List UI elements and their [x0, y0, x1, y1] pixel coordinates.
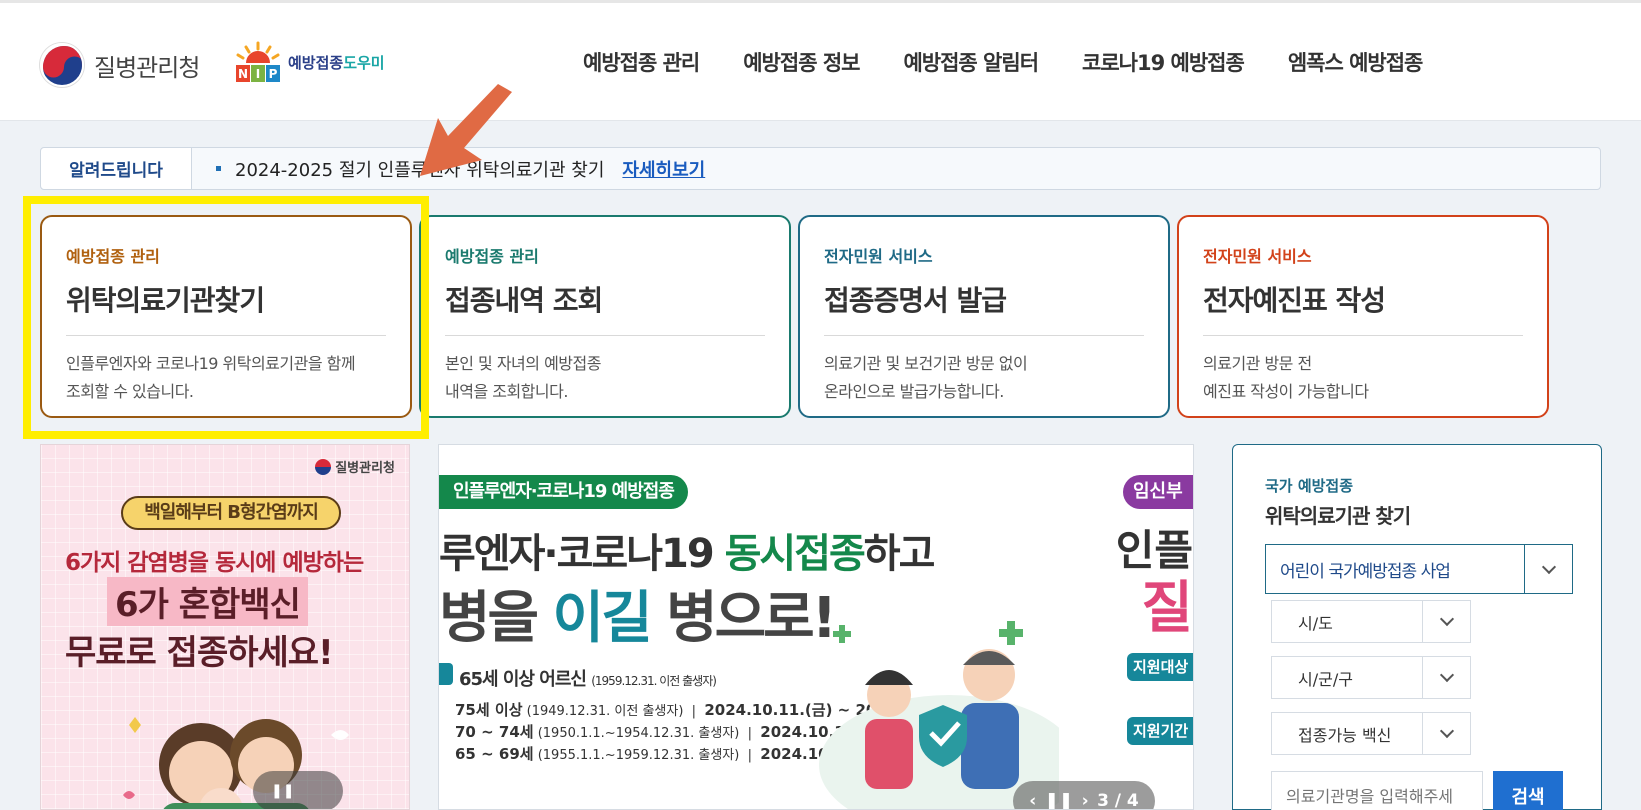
next-slide-icon[interactable]: › [1082, 791, 1089, 809]
nip-sun-icon: N I P [234, 41, 282, 83]
banner-headline: 루엔자·코로나19 동시접종하고 [439, 521, 936, 579]
banner-headline-highlight: 동시접종 [724, 531, 866, 577]
chevron-down-icon[interactable] [1422, 657, 1470, 698]
prev-slide-icon[interactable]: ‹ [1029, 791, 1036, 809]
banner-headline-suffix: 하고 [863, 531, 936, 577]
card-title: 전자예진표 작성 [1203, 279, 1523, 336]
site-header: 질병관리청 N I P 예방접종도우미 예방접종 관리 예방접종 정보 예방접종… [0, 0, 1641, 121]
poster-headline: 6가지 감염병을 동시에 예방하는 [65, 550, 364, 576]
nip-letter-i: I [256, 67, 260, 81]
poster-org-logo: 질병관리청 [315, 457, 395, 476]
nip-logo-text-main: 예방접종 [288, 53, 344, 72]
kdca-logo-text: 질병관리청 [94, 53, 200, 82]
clinic-search-panel: 국가 예방접종 위탁의료기관 찾기 어린이 국가예방접종 사업 시/도 시/군/… [1232, 444, 1602, 810]
banner-slogan-prefix: 병을 [439, 586, 553, 651]
chevron-down-icon[interactable] [1422, 713, 1470, 754]
nip-logo-text: 예방접종도우미 [288, 52, 385, 73]
poster-vaccine-name: 6가 혼합백신 [107, 577, 308, 626]
program-select-value: 어린이 국가예방접종 사업 [1280, 561, 1451, 582]
card-e-questionnaire[interactable]: 전자민원 서비스 전자예진표 작성 의료기관 방문 전 예진표 작성이 가능합니… [1177, 215, 1549, 418]
vaccination-illustration-icon [819, 621, 1059, 809]
banner-number-marker [439, 663, 453, 685]
sido-select[interactable]: 시/도 [1271, 600, 1471, 643]
card-category: 전자민원 서비스 [1203, 247, 1312, 266]
card-category: 예방접종 관리 [445, 247, 539, 266]
card-category: 전자민원 서비스 [824, 247, 933, 266]
card-vaccination-history[interactable]: 예방접종 관리 접종내역 조회 본인 및 자녀의 예방접종 내역을 조회합니다. [419, 215, 791, 418]
banner-age-group: 65세 이상 어르신 (1959.12.31. 이전 출생자) [439, 663, 717, 691]
promo-poster[interactable]: 질병관리청 백일해부터 B형간염까지 6가지 감염병을 동시에 예방하는 6가 … [40, 444, 410, 810]
schedule-note: (1950.1.1.~1954.12.31. 출생자) [537, 726, 740, 741]
card-certificate[interactable]: 전자민원 서비스 접종증명서 발급 의료기관 및 보건기관 방문 없이 온라인으… [798, 215, 1170, 418]
nip-letter-p: P [269, 67, 278, 81]
kdca-logo[interactable]: 질병관리청 [40, 43, 200, 87]
clinic-name-input[interactable] [1271, 771, 1483, 810]
banner-right-big: 질 [1141, 576, 1193, 641]
main-nav: 예방접종 관리 예방접종 정보 예방접종 알림터 코로나19 예방접종 엠폭스 … [583, 47, 1466, 77]
nav-vaccination-management[interactable]: 예방접종 관리 [583, 47, 700, 77]
vaccine-select-value: 접종가능 백신 [1298, 725, 1392, 745]
notice-bar: 알려드립니다 2024-2025 절기 인플루엔자 위탁의료기관 찾기 자세히보… [40, 147, 1601, 190]
schedule-age: 75세 이상 [455, 701, 523, 719]
banner-age-note: (1959.12.31. 이전 출생자) [591, 674, 717, 688]
taegeuk-icon [315, 458, 332, 475]
schedule-age: 65 ~ 69세 [455, 745, 534, 763]
card-title: 접종증명서 발급 [824, 279, 1144, 336]
nip-letter-n: N [238, 67, 248, 81]
notice-bullet [216, 166, 221, 171]
banner-tag: 인플루엔자·코로나19 예방접종 [439, 475, 688, 509]
banner-right-badge: 지원대상 [1127, 653, 1193, 681]
card-description: 의료기관 방문 전 예진표 작성이 가능합니다 [1203, 354, 1369, 401]
banner-slider-controls: ‹ ❚❚ › 3 / 4 [1013, 781, 1155, 810]
nip-logo[interactable]: N I P 예방접종도우미 [234, 41, 385, 83]
poster-pill: 백일해부터 B형간염까지 [121, 496, 341, 530]
nav-mpox-vaccination[interactable]: 엠폭스 예방접종 [1288, 47, 1424, 77]
search-button[interactable]: 검색 [1493, 771, 1563, 810]
highlight-box [23, 196, 429, 439]
schedule-note: (1955.1.1.~1959.12.31. 출생자) [537, 748, 740, 763]
chevron-down-icon[interactable] [1524, 545, 1572, 593]
taegeuk-icon [40, 43, 84, 87]
card-title: 접종내역 조회 [445, 279, 765, 336]
pause-icon[interactable]: ❚❚ [1045, 791, 1074, 809]
sigungu-select[interactable]: 시/군/구 [1271, 656, 1471, 699]
sigungu-select-value: 시/군/구 [1298, 669, 1353, 689]
search-title: 위탁의료기관 찾기 [1265, 504, 1411, 528]
poster-org-text: 질병관리청 [335, 461, 395, 476]
slide-counter: 3 / 4 [1097, 791, 1139, 810]
banner-headline-prefix: 루엔자·코로나19 [439, 531, 725, 577]
main-banner[interactable]: 인플루엔자·코로나19 예방접종 루엔자·코로나19 동시접종하고 병을 이길 … [438, 444, 1194, 810]
schedule-age: 70 ~ 74세 [455, 723, 534, 741]
schedule-note: (1949.12.31. 이전 출생자) [526, 704, 684, 719]
poster-pause-button[interactable]: ❚❚ [253, 771, 343, 809]
poster-cta: 무료로 접종하세요! [65, 633, 334, 673]
banner-slogan: 병을 이길 병으로! [439, 573, 837, 654]
nav-covid19-vaccination[interactable]: 코로나19 예방접종 [1082, 47, 1245, 77]
search-subtitle: 국가 예방접종 [1265, 477, 1354, 495]
banner-age-text: 65세 이상 어르신 [459, 669, 587, 690]
nip-logo-text-accent: 도우미 [343, 53, 385, 72]
card-description: 본인 및 자녀의 예방접종 내역을 조회합니다. [445, 354, 601, 401]
nav-vaccination-info[interactable]: 예방접종 정보 [743, 47, 860, 77]
program-select[interactable]: 어린이 국가예방접종 사업 [1265, 544, 1573, 594]
vaccine-select[interactable]: 접종가능 백신 [1271, 712, 1471, 755]
banner-right-badge: 지원기간 [1127, 717, 1193, 745]
notice-more-link[interactable]: 자세히보기 [622, 156, 705, 182]
pointer-arrow-icon [420, 84, 512, 176]
chevron-down-icon[interactable] [1422, 601, 1470, 642]
banner-slogan-highlight: 이길 [552, 586, 653, 651]
card-description: 의료기관 및 보건기관 방문 없이 온라인으로 발급가능합니다. [824, 354, 1028, 401]
sido-select-value: 시/도 [1298, 613, 1333, 633]
nav-vaccination-notice[interactable]: 예방접종 알림터 [903, 47, 1039, 77]
notice-label: 알려드립니다 [41, 148, 192, 189]
banner-right-tag: 임신부 [1123, 475, 1193, 509]
